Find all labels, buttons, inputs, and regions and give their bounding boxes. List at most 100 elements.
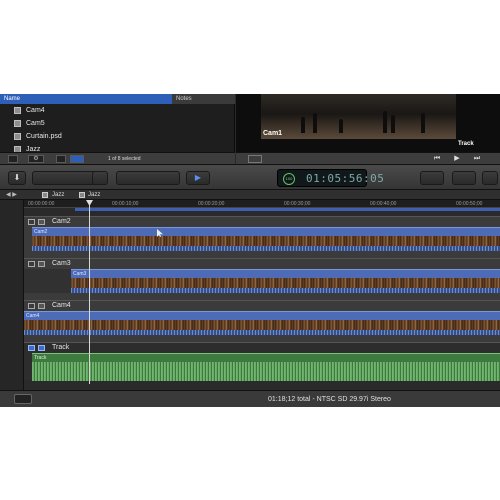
clip-filmstrip — [24, 320, 500, 330]
audio-clip[interactable]: Track — [32, 353, 500, 381]
list-view-icon[interactable] — [56, 155, 66, 163]
filmstrip-view-icon[interactable] — [70, 155, 84, 163]
angle-name: Cam3 — [52, 260, 71, 267]
viewer-toolbar: ⏮ ▶ ⏭ — [236, 152, 500, 164]
history-arrows[interactable]: ◀ ▶ — [6, 190, 17, 200]
browser-item-label: Cam5 — [26, 120, 45, 127]
clip-audio-waveform — [71, 288, 500, 293]
range-indicator — [75, 208, 500, 211]
clip-name: Cam4 — [26, 313, 40, 319]
angle-row-cam3: Cam3 Cam3 — [24, 258, 500, 300]
share-button[interactable] — [482, 171, 498, 185]
figure-silhouette — [313, 113, 317, 133]
viewer: Cam1 Track ⏮ ▶ ⏭ — [236, 94, 500, 164]
timecode-display[interactable]: 100 01:05:56:05 — [277, 169, 384, 187]
sidebar-toggle-icon[interactable] — [8, 155, 18, 163]
timeline-index-button[interactable] — [14, 394, 32, 404]
clip-edit-group[interactable] — [116, 171, 180, 185]
angle-header: Cam4 — [24, 301, 500, 311]
video-clip[interactable]: Cam3 — [71, 269, 500, 293]
audio-angle-row: Track Track — [24, 342, 500, 381]
keyword-button[interactable] — [92, 171, 108, 185]
timeline-gutter — [0, 200, 24, 390]
timeline-navigation: ◀ ▶ Jazz Jazz — [0, 190, 500, 200]
previous-edit-button[interactable]: ⏮ — [432, 155, 442, 163]
final-cut-window: Name Notes Cam4 Cam5 Curtain.psd Jazz ⚙ … — [0, 94, 500, 407]
browser-item-label: Cam4 — [26, 107, 45, 114]
viewer-video-frame: Cam1 — [261, 94, 456, 139]
ruler-tick: 00:00:40;00 — [370, 201, 397, 207]
ruler-tick: 00:00:10;00 — [112, 201, 139, 207]
ruler-tick: 00:00:00:00 — [28, 201, 55, 207]
audio-monitor-icon[interactable] — [38, 219, 45, 225]
fullscreen-icon[interactable] — [248, 155, 262, 163]
audio-monitor-icon[interactable] — [38, 261, 45, 267]
angle-name: Cam2 — [52, 218, 71, 225]
event-browser: Name Notes Cam4 Cam5 Curtain.psd Jazz ⚙ … — [0, 94, 235, 164]
browser-item[interactable]: Cam4 — [0, 104, 235, 117]
column-name-header[interactable]: Name — [0, 94, 172, 104]
angle-row-cam4: Cam4 Cam4 — [24, 300, 500, 342]
angle-row-cam2: Cam2 Cam2 — [24, 216, 500, 258]
monitor-icon[interactable] — [28, 219, 35, 225]
project-icon — [42, 192, 48, 198]
select-tool-button[interactable]: ▶ — [186, 171, 210, 185]
status-bar: 01:18;12 total - NTSC SD 29.97i Stereo — [0, 390, 500, 407]
clip-icon — [14, 107, 21, 114]
project-info: 01:18;12 total - NTSC SD 29.97i Stereo — [268, 396, 391, 403]
browser-item-label: Curtain.psd — [26, 133, 62, 140]
main-toolbar: ⬇ ▶ 100 01:05:56:05 — [0, 164, 500, 190]
angle-header: Cam2 — [24, 217, 500, 227]
enhance-button[interactable] — [420, 171, 444, 185]
breadcrumb-project[interactable]: Jazz — [52, 190, 64, 200]
browser-item[interactable]: Cam5 — [0, 117, 235, 130]
column-notes-header[interactable]: Notes — [174, 94, 234, 104]
figure-silhouette — [391, 115, 395, 133]
zoom-percent: 100 — [283, 173, 295, 185]
next-edit-button[interactable]: ⏭ — [472, 155, 482, 163]
monitor-icon[interactable] — [28, 345, 35, 351]
import-button[interactable]: ⬇ — [8, 171, 26, 185]
audio-monitor-icon[interactable] — [38, 345, 45, 351]
browser-item[interactable]: Curtain.psd — [0, 130, 235, 143]
figure-silhouette — [339, 119, 343, 133]
browser-toolbar: ⚙ 1 of 8 selected — [0, 152, 235, 164]
clip-filmstrip — [71, 278, 500, 288]
monitor-icon[interactable] — [28, 261, 35, 267]
clip-audio-waveform — [24, 330, 500, 335]
edit-buttons-group[interactable] — [32, 171, 100, 185]
playhead[interactable] — [89, 200, 90, 384]
browser-item[interactable]: Jazz — [0, 143, 235, 152]
timecode-value: 01:05:56:05 — [306, 172, 385, 185]
clip-audio-waveform — [32, 246, 500, 251]
figure-silhouette — [301, 117, 305, 133]
angle-name: Track — [52, 344, 70, 351]
figure-silhouette — [383, 111, 387, 133]
timeline-ruler[interactable]: 00:00:00:00 00:00:10;00 00:00:20;00 00:0… — [24, 200, 500, 208]
gear-icon[interactable]: ⚙ — [28, 155, 44, 163]
ruler-tick: 00:00:20;00 — [198, 201, 225, 207]
clip-name: Cam3 — [73, 271, 87, 277]
figure-silhouette — [421, 113, 425, 133]
track-label: Track — [458, 141, 474, 147]
clip-filmstrip — [32, 236, 500, 246]
empty-gap — [24, 269, 71, 293]
audio-waveform — [32, 362, 500, 381]
clip-name: Cam2 — [34, 229, 48, 235]
audio-monitor-icon[interactable] — [38, 303, 45, 309]
multicam-icon — [79, 192, 85, 198]
retime-button[interactable] — [452, 171, 476, 185]
image-icon — [14, 133, 21, 140]
angle-name: Cam4 — [52, 302, 71, 309]
audio-angle-header: Track — [24, 343, 84, 353]
video-clip[interactable]: Cam4 — [24, 311, 500, 335]
angle-label: Cam1 — [263, 130, 283, 137]
angle-header: Cam3 — [24, 259, 500, 269]
monitor-icon[interactable] — [28, 303, 35, 309]
video-clip[interactable]: Cam2 — [32, 227, 500, 251]
ruler-tick: 00:00:50;00 — [456, 201, 483, 207]
ruler-tick: 00:00:30;00 — [284, 201, 311, 207]
play-button[interactable]: ▶ — [452, 155, 462, 163]
breadcrumb-multicam[interactable]: Jazz — [88, 190, 100, 200]
clip-icon — [14, 120, 21, 127]
